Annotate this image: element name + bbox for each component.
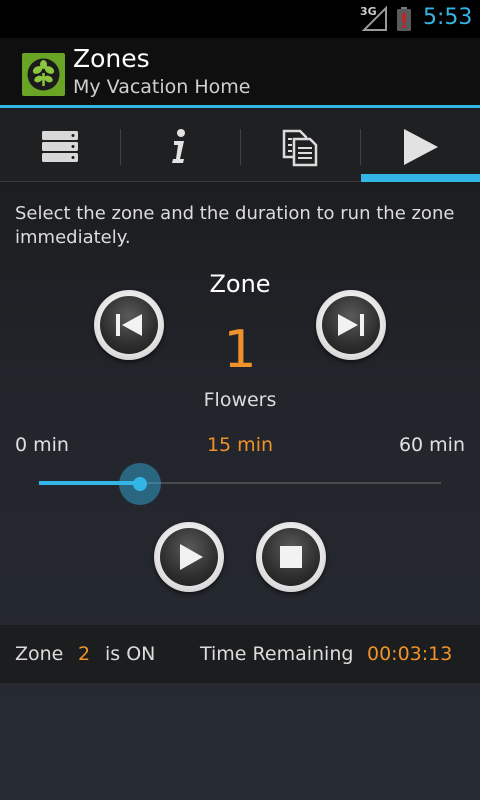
documents-icon: [280, 127, 320, 167]
tab-run[interactable]: [360, 111, 480, 182]
tab-selected-indicator: [361, 174, 480, 182]
zone-name: Flowers: [203, 389, 277, 411]
stop-button[interactable]: [256, 522, 326, 592]
network-type: 3G: [360, 5, 377, 18]
action-bar: Zones My Vacation Home: [0, 38, 480, 108]
start-button[interactable]: [154, 522, 224, 592]
status-bar: 3G 5:53: [0, 0, 480, 38]
page-title: Zones: [73, 44, 150, 73]
time-remaining-value: 00:03:13: [367, 643, 453, 665]
zone-number: 1: [223, 320, 257, 380]
slider-thumb[interactable]: [119, 463, 161, 505]
instructions-text: Select the zone and the duration to run …: [15, 203, 455, 248]
tab-documents[interactable]: [240, 111, 360, 182]
signal-3g-icon: 3G: [360, 5, 390, 32]
status-zone-word: Zone: [15, 643, 64, 665]
tab-info[interactable]: [120, 111, 240, 182]
tab-bar: [0, 111, 480, 182]
play-icon: [180, 544, 203, 570]
stop-icon: [280, 546, 302, 568]
zone-on-text: is ON: [105, 643, 156, 665]
time-remaining-label: Time Remaining: [200, 643, 354, 665]
duration-max-label: 60 min: [398, 434, 465, 456]
info-icon: [160, 127, 200, 167]
zone-status-bar: Zone 2 is ON Time Remaining 00:03:13: [0, 625, 480, 683]
active-zone-number: 2: [78, 643, 91, 665]
page-subtitle: My Vacation Home: [73, 76, 251, 98]
app-logo-icon[interactable]: [22, 53, 65, 96]
zone-label: Zone: [209, 270, 271, 298]
battery-alert-icon: [397, 7, 411, 31]
duration-slider[interactable]: [39, 462, 441, 506]
clock: 5:53: [423, 5, 473, 30]
tab-controllers[interactable]: [0, 111, 120, 182]
server-icon: [40, 127, 80, 167]
play-tab-icon: [400, 127, 440, 167]
